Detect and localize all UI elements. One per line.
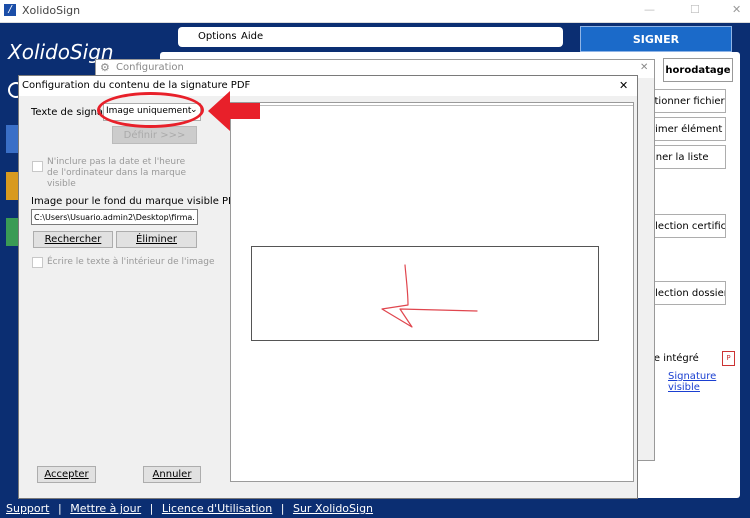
preview-top-line <box>231 105 633 106</box>
image-background-label: Image pour le fond du marque visible PDF… <box>31 196 245 207</box>
footer-update-link[interactable]: Mettre à jour <box>70 502 141 515</box>
footer-sep: | <box>280 502 285 515</box>
footer-sep: | <box>57 502 62 515</box>
footer: Support | Mettre à jour | Licence d'Util… <box>6 502 373 515</box>
accepter-button[interactable]: Accepter <box>37 466 96 483</box>
footer-about-link[interactable]: Sur XolidoSign <box>293 502 373 515</box>
no-date-checkbox-label: N'inclure pas la date et l'heure de l'or… <box>47 157 187 189</box>
image-path-input[interactable] <box>31 209 198 225</box>
red-arrow-icon <box>208 91 260 131</box>
accepter-label: Accepter <box>44 469 89 480</box>
minimize-button[interactable]: — <box>644 3 655 16</box>
eliminer-button[interactable]: Éliminer <box>116 231 197 248</box>
config-back-close[interactable]: ✕ <box>640 62 648 73</box>
highlight-ellipse <box>97 92 204 128</box>
select-files-button[interactable]: ctionner fichiers <box>648 89 726 113</box>
footer-license-link[interactable]: Licence d'Utilisation <box>162 502 272 515</box>
app-title: XolidoSign <box>22 4 81 17</box>
menu-options[interactable]: Options <box>198 31 237 42</box>
signer-button[interactable]: SIGNER <box>580 26 732 52</box>
signature-box <box>251 246 599 341</box>
pdf-integrated-label: re intégré <box>650 353 699 364</box>
text-in-image-label: Écrire le texte à l'intérieur de l'image <box>47 257 215 267</box>
menu-aide[interactable]: Aide <box>241 31 263 42</box>
menu-bar: Options Aide <box>178 27 563 47</box>
dialog-titlebar: Configuration du contenu de la signature… <box>19 76 637 96</box>
clear-list-button[interactable]: iner la liste <box>648 145 726 169</box>
gear-icon: ⚙ <box>100 61 110 74</box>
define-button[interactable]: Définir >>> <box>112 126 197 144</box>
dialog-title: Configuration du contenu de la signature… <box>22 80 251 91</box>
annuler-button[interactable]: Annuler <box>143 466 201 483</box>
rechercher-button[interactable]: Rechercher <box>33 231 113 248</box>
rechercher-label: Rechercher <box>44 234 102 245</box>
select-certificate-button[interactable]: élection certificat <box>648 214 726 238</box>
signature-config-dialog: Configuration du contenu de la signature… <box>18 75 638 499</box>
annuler-label: Annuler <box>152 469 192 480</box>
app-icon: / <box>4 4 16 16</box>
dialog-close-button[interactable]: ✕ <box>619 79 628 92</box>
delete-element-button[interactable]: rimer élément <box>648 117 726 141</box>
text-in-image-checkbox[interactable] <box>32 257 43 268</box>
signature-drawing <box>381 264 478 328</box>
app-titlebar: / XolidoSign — ☐ ✕ <box>0 0 750 23</box>
horodatage-tab[interactable]: horodatage <box>663 58 733 82</box>
pdf-icon: P <box>722 351 735 366</box>
footer-sep: | <box>149 502 154 515</box>
footer-support-link[interactable]: Support <box>6 502 49 515</box>
maximize-button[interactable]: ☐ <box>690 3 700 16</box>
select-folder-button[interactable]: élection dossier <box>648 281 726 305</box>
eliminer-label: Éliminer <box>136 234 177 245</box>
no-date-checkbox[interactable] <box>32 161 43 172</box>
close-window-button[interactable]: ✕ <box>732 3 741 16</box>
signature-visible-link[interactable]: Signature visible <box>668 371 750 393</box>
signature-preview-panel <box>230 102 634 482</box>
config-back-title: Configuration <box>116 62 184 73</box>
